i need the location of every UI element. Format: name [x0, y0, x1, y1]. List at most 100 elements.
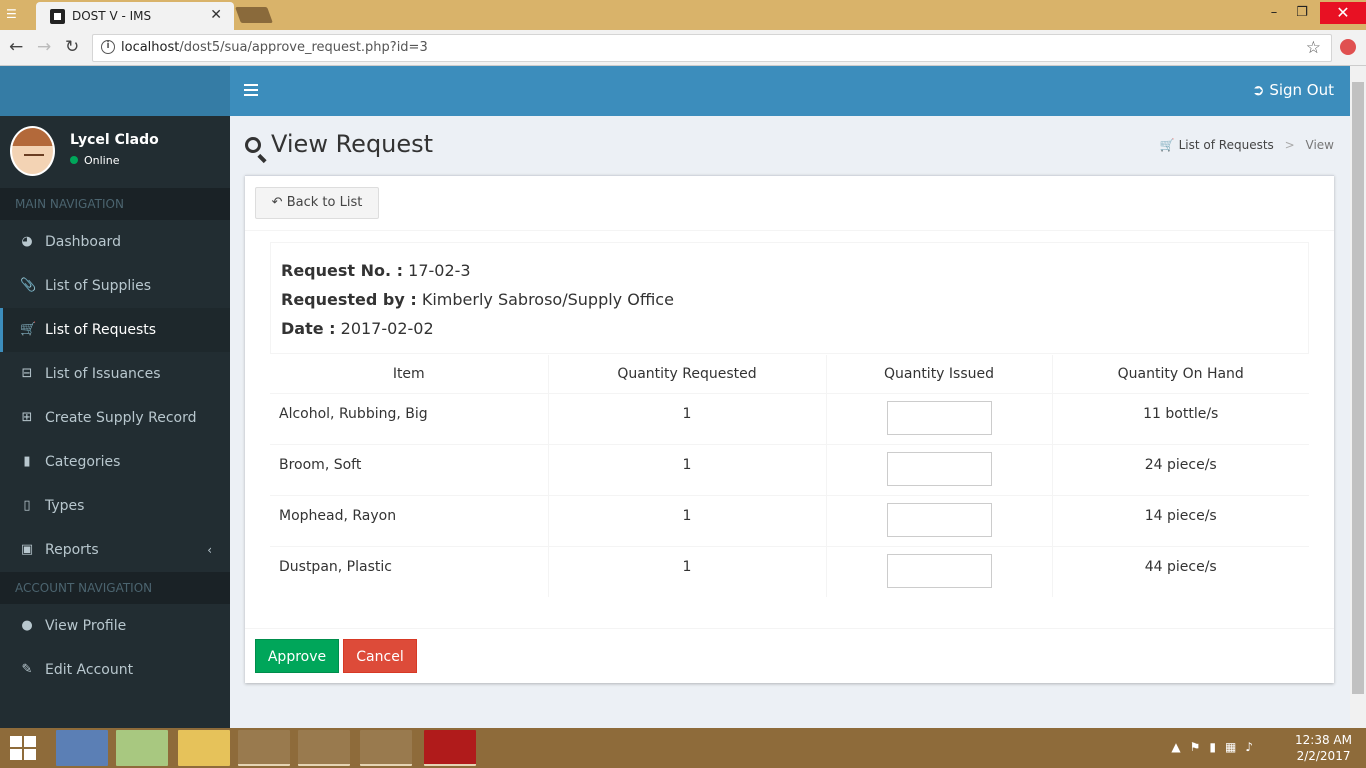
taskbar-acrobat-icon[interactable]	[424, 730, 476, 766]
request-no-line: Request No. : 17-02-3	[281, 261, 471, 280]
request-box: ↶ Back to List Request No. : 17-02-3 Req…	[245, 175, 1334, 683]
minus-square-icon: ⊟	[21, 366, 33, 381]
quantity-issued-input[interactable]	[886, 502, 992, 537]
minimize-button[interactable]: –	[1260, 2, 1288, 24]
taskbar-word-icon[interactable]	[360, 730, 412, 766]
sidebar-item-dashboard[interactable]: ◕ Dashboard	[0, 220, 230, 264]
browser-tab-bar: ☰ DOST V - IMS ✕ – ❐ ✕	[0, 0, 1366, 30]
reply-icon: ↶	[271, 195, 283, 210]
tab-close-icon[interactable]: ✕	[210, 7, 222, 23]
user-panel: Lycel Clado Online	[0, 116, 230, 188]
col-quantity-issued: Quantity Issued	[826, 355, 1053, 394]
online-dot-icon	[70, 156, 78, 164]
scrollbar-thumb[interactable]	[1352, 82, 1364, 694]
sidebar-item-reports[interactable]: ▣ Reports ‹	[0, 528, 230, 572]
new-tab-button[interactable]	[235, 7, 273, 23]
sidebar-item-types[interactable]: ▯ Types	[0, 484, 230, 528]
date-line: Date : 2017-02-02	[281, 319, 434, 338]
cancel-button[interactable]: Cancel	[343, 639, 417, 673]
requested-by-line: Requested by : Kimberly Sabroso/Supply O…	[281, 290, 674, 309]
folder-icon: ▮	[23, 454, 31, 469]
items-table: Item Quantity Requested Quantity Issued …	[270, 355, 1309, 597]
info-icon[interactable]: i	[101, 40, 115, 54]
breadcrumb: 🛒 List of Requests > View	[1159, 138, 1334, 152]
quantity-issued-input[interactable]	[886, 451, 992, 486]
user-icon: ●	[21, 618, 33, 633]
quantity-requested: 1	[548, 545, 827, 597]
extension-icon[interactable]	[1340, 39, 1356, 55]
cart-icon: 🛒	[20, 322, 37, 337]
bookmark-star-icon[interactable]: ☆	[1306, 38, 1321, 58]
taskbar-clock[interactable]: 12:38 AM 2/2/2017	[1295, 732, 1352, 764]
forward-arrow-icon[interactable]: →	[37, 37, 51, 57]
taskbar-media-player-icon[interactable]	[56, 730, 108, 766]
approve-button[interactable]: Approve	[255, 639, 339, 673]
quantity-on-hand: 11 bottle/s	[1052, 392, 1309, 444]
windows-taskbar: ▲⚑▮▦♪ 12:38 AM 2/2/2017	[0, 728, 1366, 768]
search-icon	[245, 137, 261, 153]
item-name: Dustpan, Plastic	[270, 545, 549, 597]
col-quantity-on-hand: Quantity On Hand	[1052, 355, 1309, 394]
col-item: Item	[270, 355, 549, 394]
breadcrumb-list-of-requests[interactable]: List of Requests	[1179, 138, 1274, 152]
chevron-left-icon: ‹	[207, 543, 212, 557]
quantity-issued-input[interactable]	[886, 553, 992, 588]
account-nav-header: ACCOUNT NAVIGATION	[0, 572, 230, 604]
item-name: Mophead, Rayon	[270, 494, 549, 546]
sidebar-item-view-profile[interactable]: ● View Profile	[0, 604, 230, 648]
edit-icon: ✎	[21, 662, 33, 677]
sign-out-icon: ➲	[1251, 81, 1265, 99]
date-value: 2017-02-02	[340, 319, 434, 338]
chrome-menu-icon[interactable]: ☰	[6, 7, 24, 21]
sidebar-item-list-of-issuances[interactable]: ⊟ List of Issuances	[0, 352, 230, 396]
breadcrumb-cart-icon: 🛒	[1159, 138, 1175, 152]
taskbar-file-explorer-icon[interactable]	[178, 730, 230, 766]
main-nav-header: MAIN NAVIGATION	[0, 188, 230, 220]
sidebar-item-create-supply-record[interactable]: ⊞ Create Supply Record	[0, 396, 230, 440]
taskbar-sticky-notes-icon[interactable]	[116, 730, 168, 766]
dashboard-icon: ◕	[21, 234, 33, 249]
sidebar-item-list-of-supplies[interactable]: 📎 List of Supplies	[0, 264, 230, 308]
quantity-on-hand: 14 piece/s	[1052, 494, 1309, 546]
quantity-requested: 1	[548, 494, 827, 546]
browser-tab[interactable]: DOST V - IMS ✕	[36, 2, 234, 30]
quantity-issued-input[interactable]	[886, 400, 992, 435]
quantity-on-hand: 44 piece/s	[1052, 545, 1309, 597]
windows-start-icon[interactable]	[10, 736, 38, 762]
reload-icon[interactable]: ↻	[65, 37, 79, 57]
table-row: Broom, Soft 1 24 piece/s	[270, 443, 1309, 495]
hamburger-menu-icon[interactable]	[244, 84, 258, 96]
table-row: Mophead, Rayon 1 14 piece/s	[270, 494, 1309, 546]
file-icon: ▣	[20, 542, 34, 557]
address-bar-row: ← → ↻ i localhost/dost5/sua/approve_requ…	[0, 30, 1366, 66]
window-close-button[interactable]: ✕	[1320, 2, 1366, 24]
taskbar-sublime-text-icon[interactable]	[238, 730, 290, 766]
content-area: View Request 🛒 List of Requests > View ↶…	[230, 116, 1350, 728]
item-name: Broom, Soft	[270, 443, 549, 495]
logo-area	[0, 66, 230, 116]
back-arrow-icon[interactable]: ←	[9, 37, 23, 57]
request-no-value: 17-02-3	[408, 261, 471, 280]
quantity-requested: 1	[548, 443, 827, 495]
user-name: Lycel Clado	[70, 132, 159, 148]
sidebar-item-categories[interactable]: ▮ Categories	[0, 440, 230, 484]
restore-button[interactable]: ❐	[1288, 2, 1316, 24]
page-title: View Request	[245, 130, 433, 158]
page-scrollbar[interactable]	[1350, 66, 1366, 728]
back-to-list-button[interactable]: ↶ Back to List	[255, 187, 379, 219]
sidebar: Lycel Clado Online MAIN NAVIGATION ◕ Das…	[0, 66, 230, 728]
url-input[interactable]: i localhost/dost5/sua/approve_request.ph…	[92, 34, 1332, 62]
sidebar-item-list-of-requests[interactable]: 🛒 List of Requests	[0, 308, 230, 352]
favicon-icon	[50, 9, 65, 24]
sidebar-item-edit-account[interactable]: ✎ Edit Account	[0, 648, 230, 692]
breadcrumb-view: View	[1305, 138, 1334, 152]
system-tray[interactable]: ▲⚑▮▦♪	[1171, 740, 1262, 754]
col-quantity-requested: Quantity Requested	[548, 355, 827, 394]
sign-out-button[interactable]: ➲ Sign Out	[1252, 81, 1334, 99]
avatar	[10, 126, 55, 176]
tab-title: DOST V - IMS	[72, 9, 152, 23]
item-name: Alcohol, Rubbing, Big	[270, 392, 549, 444]
table-header-row: Item Quantity Requested Quantity Issued …	[270, 355, 1309, 394]
taskbar-chrome-icon[interactable]	[298, 730, 350, 766]
request-info: Request No. : 17-02-3 Requested by : Kim…	[270, 242, 1309, 354]
